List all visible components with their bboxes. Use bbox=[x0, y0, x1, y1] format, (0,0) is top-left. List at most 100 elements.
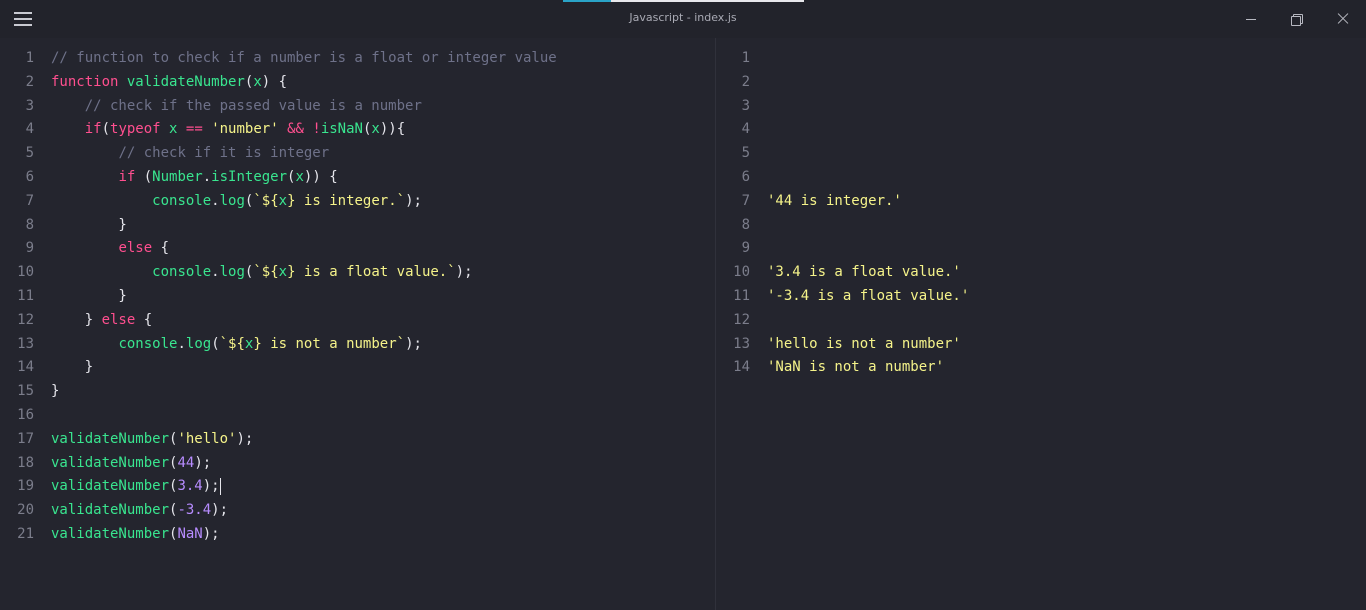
code-token: && bbox=[287, 121, 304, 138]
code-line[interactable]: validateNumber(NaN); bbox=[51, 523, 220, 547]
code-token: ( bbox=[101, 121, 111, 138]
code-token: } bbox=[51, 288, 127, 304]
output-line-number: 9 bbox=[741, 240, 750, 257]
code-line[interactable]: console.log(`${x} is not a number`); bbox=[51, 333, 422, 357]
code-line[interactable]: validateNumber(44); bbox=[51, 452, 211, 476]
code-token: log bbox=[185, 335, 212, 352]
window-title: Javascript - index.js bbox=[629, 11, 737, 24]
code-line[interactable]: console.log(`${x} is a float value.`); bbox=[51, 261, 472, 285]
code-token: { bbox=[152, 240, 170, 257]
code-token: ( bbox=[135, 169, 153, 185]
output-line: '3.4 is a float value.' bbox=[767, 264, 961, 281]
code-token: . bbox=[202, 169, 212, 185]
code-token: == bbox=[185, 121, 203, 138]
code-token: )){ bbox=[379, 121, 406, 138]
code-token: x bbox=[278, 264, 288, 281]
line-number: 13 bbox=[17, 335, 34, 352]
code-token: validateNumber bbox=[51, 526, 170, 542]
code-line[interactable]: else { bbox=[51, 237, 169, 261]
code-line[interactable]: function validateNumber(x) { bbox=[51, 71, 287, 95]
code-token: } bbox=[51, 359, 94, 376]
code-line[interactable]: } bbox=[51, 214, 126, 238]
code-token: ( bbox=[211, 335, 220, 352]
code-token: validateNumber bbox=[126, 73, 245, 90]
code-token: ); bbox=[202, 478, 220, 495]
output-line: 'NaN is not a number' bbox=[767, 359, 945, 376]
code-line[interactable]: // check if the passed value is a number bbox=[51, 95, 422, 119]
code-token: if bbox=[118, 169, 136, 185]
code-token: { bbox=[135, 311, 153, 328]
output-line-number: 13 bbox=[733, 335, 750, 352]
code-token: x bbox=[371, 121, 380, 138]
code-token: } bbox=[51, 383, 60, 400]
output-panel: 1 2 3 4 5 6 7'44 is integer.' 8 9 10'3.4 is a flo… bbox=[716, 38, 1366, 610]
code-token: . bbox=[177, 335, 186, 352]
code-token: `${ bbox=[253, 264, 279, 281]
code-token: 3.4 bbox=[177, 478, 203, 495]
title-bar: Javascript - index.js bbox=[0, 0, 1366, 38]
line-number: 5 bbox=[25, 145, 34, 162]
code-token: ); bbox=[405, 192, 422, 209]
code-token: log bbox=[219, 192, 245, 209]
code-token: console bbox=[118, 335, 178, 352]
code-token: typeof bbox=[110, 121, 161, 138]
line-number: 21 bbox=[17, 526, 34, 542]
text-caret bbox=[219, 477, 221, 495]
code-token: } is integer.` bbox=[287, 192, 406, 209]
code-token: isNaN bbox=[320, 121, 363, 138]
line-number: 15 bbox=[17, 383, 34, 400]
code-token: } is not a number` bbox=[253, 335, 406, 352]
code-line[interactable]: // function to check if a number is a fl… bbox=[51, 47, 557, 71]
code-token: function bbox=[51, 73, 127, 90]
code-line[interactable]: console.log(`${x} is integer.`); bbox=[51, 190, 422, 214]
code-token: ); bbox=[405, 335, 422, 352]
restore-icon[interactable] bbox=[1284, 6, 1310, 32]
minimize-icon[interactable] bbox=[1238, 6, 1264, 32]
code-token: -3.4 bbox=[177, 502, 212, 519]
line-number: 10 bbox=[17, 264, 34, 281]
line-number: 18 bbox=[17, 454, 34, 471]
output-line-number: 6 bbox=[741, 169, 750, 185]
code-token: x bbox=[295, 169, 304, 185]
line-number: 14 bbox=[17, 359, 34, 376]
code-editor[interactable]: 1 // function to check if a number is a f… bbox=[0, 38, 715, 610]
code-line[interactable]: if(typeof x == 'number' && !isNaN(x)){ bbox=[51, 118, 405, 142]
code-token: log bbox=[219, 264, 245, 281]
code-line[interactable]: if (Number.isInteger(x)) { bbox=[51, 166, 337, 190]
line-number: 17 bbox=[17, 430, 34, 447]
code-token: validateNumber bbox=[51, 478, 170, 495]
code-token: ); bbox=[236, 430, 254, 447]
code-token: ); bbox=[211, 502, 229, 519]
line-number: 12 bbox=[17, 311, 34, 328]
output-line-number: 5 bbox=[741, 145, 750, 162]
code-token: 'hello' bbox=[177, 430, 237, 447]
line-number: 7 bbox=[25, 192, 34, 209]
code-line[interactable]: validateNumber('hello'); bbox=[51, 428, 253, 452]
code-line[interactable]: validateNumber(-3.4); bbox=[51, 499, 228, 523]
code-line[interactable]: } bbox=[51, 356, 93, 380]
close-icon[interactable] bbox=[1330, 6, 1356, 32]
code-token: ) { bbox=[261, 73, 288, 90]
code-token: `${ bbox=[219, 335, 245, 352]
output-line: '-3.4 is a float value.' bbox=[767, 288, 970, 304]
code-token: 44 bbox=[177, 454, 195, 471]
code-line[interactable]: // check if it is integer bbox=[51, 142, 329, 166]
line-number: 6 bbox=[25, 169, 34, 185]
output-line-number: 2 bbox=[741, 73, 750, 90]
code-token: console bbox=[152, 264, 212, 281]
code-line[interactable]: } else { bbox=[51, 309, 152, 333]
output-line-number: 8 bbox=[741, 216, 750, 233]
code-token: . bbox=[211, 264, 220, 281]
code-token: ); bbox=[202, 526, 220, 542]
code-line[interactable]: } bbox=[51, 380, 59, 404]
code-line[interactable]: } bbox=[51, 285, 127, 309]
code-line[interactable]: validateNumber(3.4); bbox=[51, 475, 221, 499]
